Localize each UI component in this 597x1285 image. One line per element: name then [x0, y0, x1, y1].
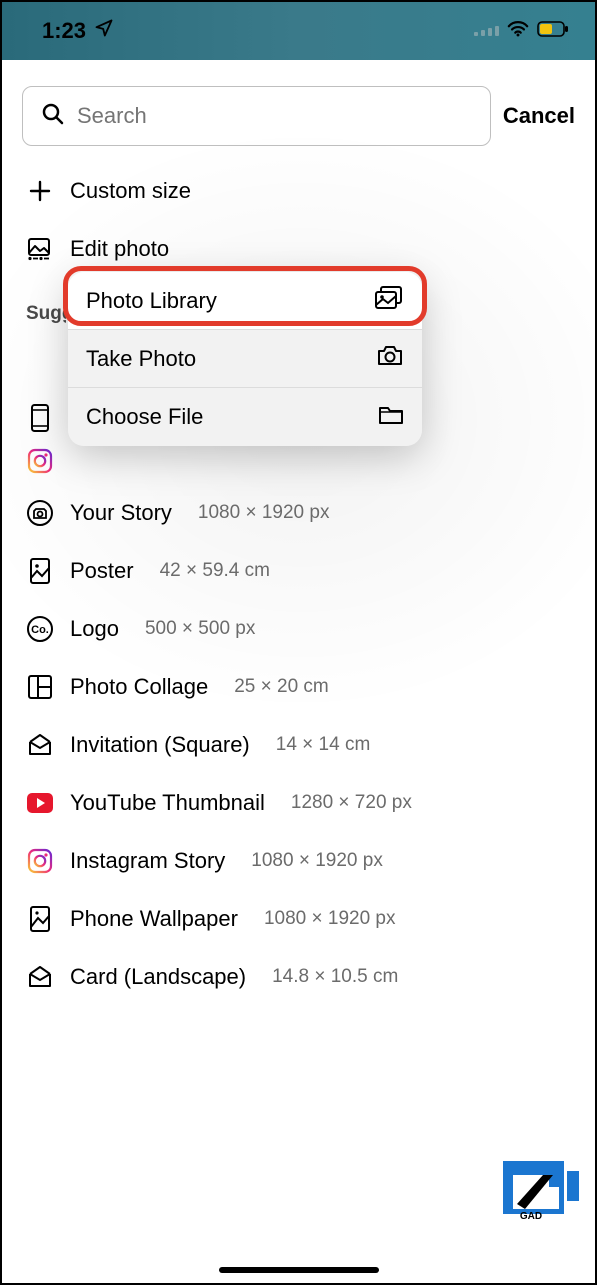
watermark-logo: GAD [503, 1161, 581, 1223]
edit-photo-icon [26, 235, 54, 263]
battery-icon [537, 21, 569, 42]
camera-circle-icon [26, 499, 54, 527]
row-dimensions: 25 × 20 cm [234, 676, 329, 698]
row-dimensions: 1080 × 1920 px [198, 502, 330, 524]
row-dimensions: 14 × 14 cm [276, 734, 371, 756]
row-label: Edit photo [70, 236, 169, 262]
row-your-story[interactable]: Your Story 1080 × 1920 px [2, 484, 595, 542]
home-indicator[interactable] [219, 1267, 379, 1273]
svg-text:GAD: GAD [520, 1211, 542, 1222]
search-input[interactable] [77, 103, 472, 129]
instagram-icon [26, 847, 54, 875]
collage-icon [26, 673, 54, 701]
plus-icon [26, 177, 54, 205]
camera-icon [376, 345, 404, 372]
row-dimensions: 14.8 × 10.5 cm [272, 966, 398, 988]
photo-library-icon [374, 286, 404, 315]
row-label: Card (Landscape) [70, 964, 246, 990]
phone-frame-icon [26, 404, 54, 432]
row-photo-collage[interactable]: Photo Collage 25 × 20 cm [2, 658, 595, 716]
popover-label: Take Photo [86, 346, 196, 372]
row-custom-size[interactable]: Custom size [2, 162, 595, 220]
row-invitation[interactable]: Invitation (Square) 14 × 14 cm [2, 716, 595, 774]
row-dimensions: 1080 × 1920 px [251, 850, 383, 872]
row-label: Instagram Story [70, 848, 225, 874]
poster-icon [26, 557, 54, 585]
row-label: YouTube Thumbnail [70, 790, 265, 816]
ios-status-bar: 1:23 [2, 2, 595, 60]
status-time: 1:23 [42, 18, 86, 44]
section-suggested-label: Suggested [26, 303, 66, 325]
row-dimensions: 1080 × 1920 px [264, 908, 396, 930]
cancel-button[interactable]: Cancel [503, 103, 575, 129]
wallpaper-icon [26, 905, 54, 933]
popover-choose-file[interactable]: Choose File [68, 388, 422, 446]
logo-co-icon: Co. [26, 615, 54, 643]
row-label: Invitation (Square) [70, 732, 250, 758]
row-phone-wallpaper[interactable]: Phone Wallpaper 1080 × 1920 px [2, 890, 595, 948]
wifi-icon [507, 20, 529, 43]
row-label: Your Story [70, 500, 172, 526]
search-icon [41, 102, 65, 131]
popover-take-photo[interactable]: Take Photo [68, 330, 422, 388]
row-dimensions: 1280 × 720 px [291, 792, 412, 814]
row-label: Custom size [70, 178, 191, 204]
row-dimensions: 500 × 500 px [145, 618, 255, 640]
row-label: Logo [70, 616, 119, 642]
main-content: Cancel Custom size Edit photo Suggested … [2, 60, 595, 1006]
row-logo[interactable]: Co. Logo 500 × 500 px [2, 600, 595, 658]
row-instagram-story[interactable]: Instagram Story 1080 × 1920 px [2, 832, 595, 890]
youtube-icon [26, 789, 54, 817]
row-label: Poster [70, 558, 134, 584]
svg-text:Co.: Co. [31, 624, 49, 636]
signal-dots-icon [474, 26, 499, 36]
popover-photo-library[interactable]: Photo Library [68, 272, 422, 330]
card-envelope-icon [26, 963, 54, 991]
location-arrow-icon [94, 18, 114, 44]
envelope-open-icon [26, 731, 54, 759]
popover-label: Choose File [86, 404, 203, 430]
row-label: Photo Collage [70, 674, 208, 700]
row-label: Phone Wallpaper [70, 906, 238, 932]
search-input-container[interactable] [22, 86, 491, 146]
folder-icon [378, 404, 404, 431]
row-edit-photo[interactable]: Edit photo [2, 220, 595, 278]
photo-source-popover: Photo Library Take Photo Choose File [68, 272, 422, 446]
row-dimensions: 42 × 59.4 cm [160, 560, 270, 582]
instagram-color-icon [26, 447, 54, 475]
popover-label: Photo Library [86, 288, 217, 314]
row-youtube-thumbnail[interactable]: YouTube Thumbnail 1280 × 720 px [2, 774, 595, 832]
row-poster[interactable]: Poster 42 × 59.4 cm [2, 542, 595, 600]
row-card-landscape[interactable]: Card (Landscape) 14.8 × 10.5 cm [2, 948, 595, 1006]
